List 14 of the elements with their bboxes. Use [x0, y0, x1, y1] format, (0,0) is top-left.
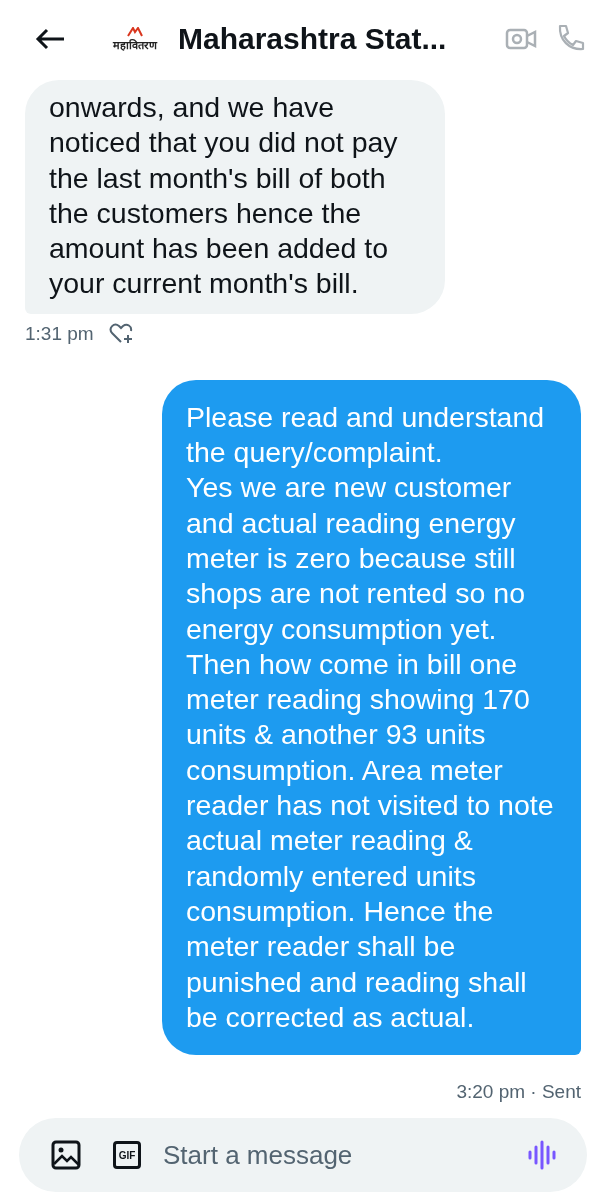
message-input[interactable]: Start a message [161, 1138, 527, 1172]
heart-plus-icon[interactable] [107, 321, 134, 346]
lightning-icon [126, 26, 144, 37]
message-time: 3:20 pm · Sent [456, 1081, 581, 1104]
message-bubble: onwards, and we have noticed that you did not pay the last month's bill of both the customers hence the amount has been added to your current month's bill. [25, 80, 445, 314]
chat-title: Maharashtra Stat... [178, 22, 448, 56]
logo-text: महावितरण [113, 37, 157, 52]
message-field[interactable]: GIF Start a message [19, 1118, 587, 1192]
message-bubble: Please read and understand the query/complaint. Yes we are new customer and actual reading energy meter is zero because still shops are not rented so no energy consumption yet. Then how come in bill one meter reading showing 170 units & another 93 units consumption. Area meter reader has not visited to note actual meter reading & randomly entered units consumption. Hence the meter reader shall be punished and reading shall be corrected as actual. [162, 379, 581, 1056]
back-arrow-icon[interactable] [34, 27, 66, 51]
gif-button[interactable]: GIF [113, 1141, 141, 1169]
voice-wave-icon[interactable] [527, 1140, 557, 1170]
message-time: 1:31 pm [25, 322, 94, 345]
image-icon[interactable] [51, 1140, 81, 1170]
